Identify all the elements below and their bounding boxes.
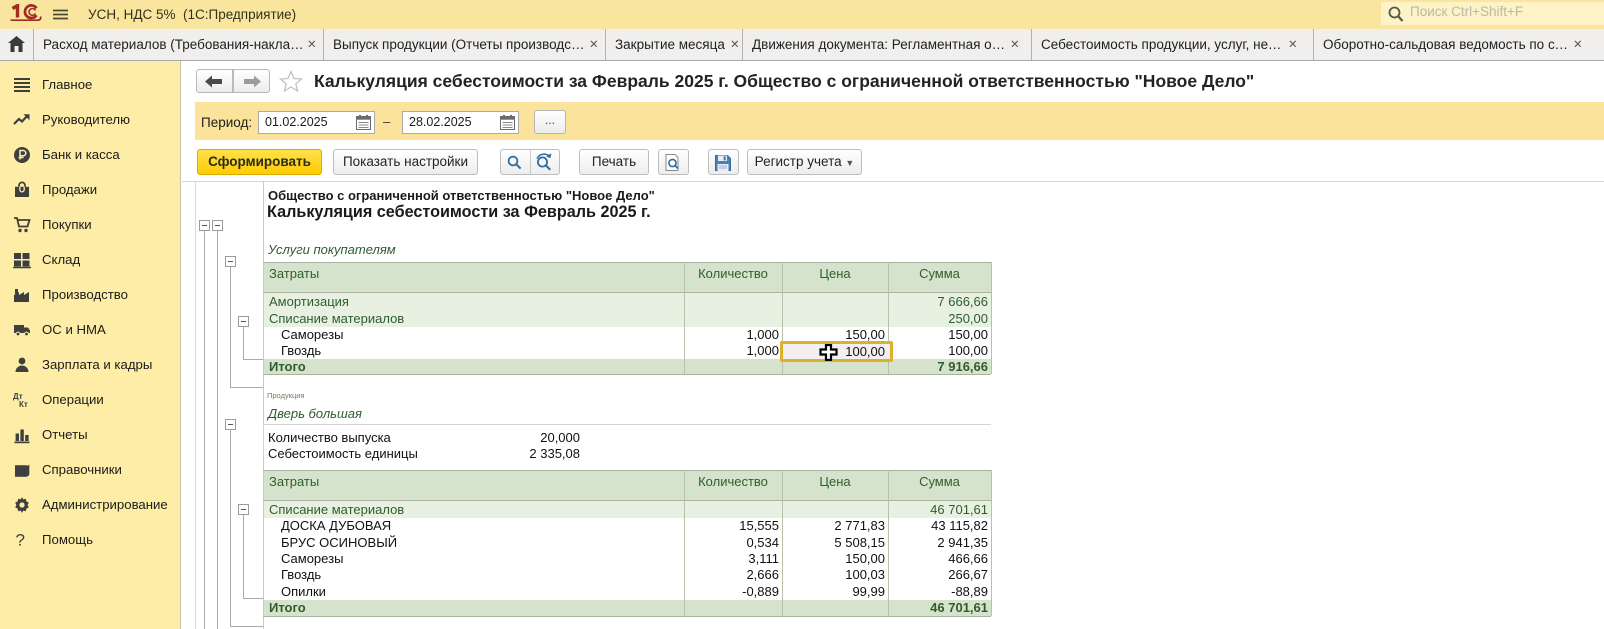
- svg-text:?: ?: [16, 531, 25, 549]
- svg-text:Кт: Кт: [19, 400, 28, 409]
